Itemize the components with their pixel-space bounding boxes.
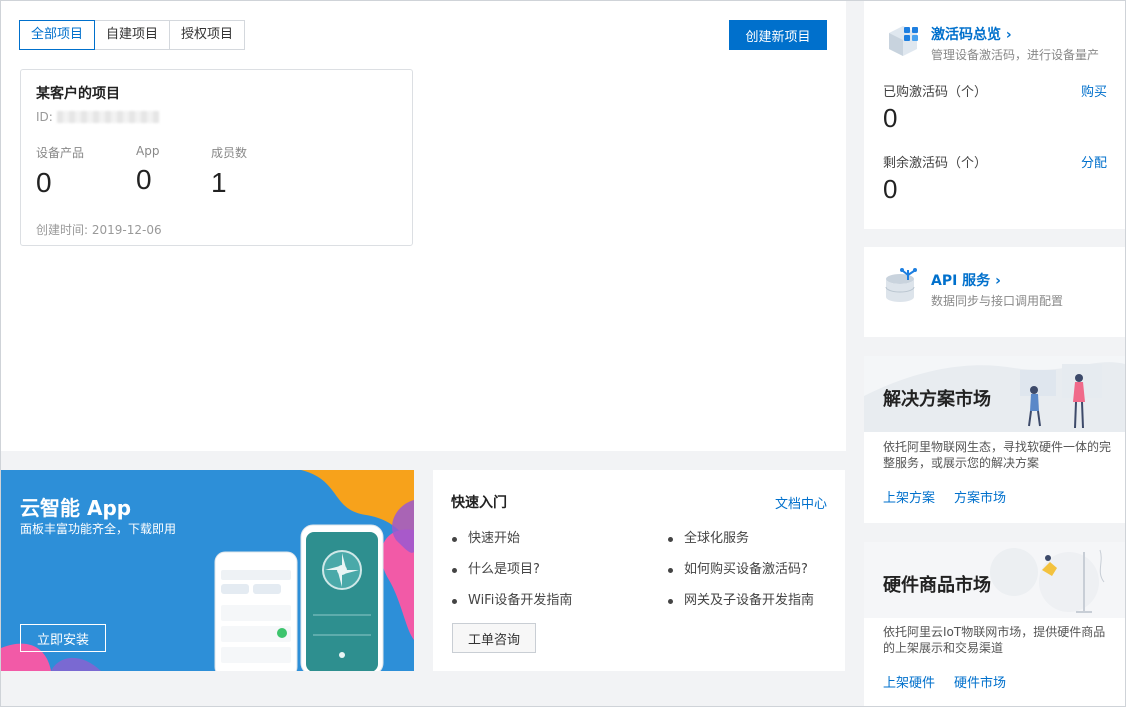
project-card[interactable]: 某客户的项目 ID: 设备产品 0 App 0 成员数 1 创建时间: 2019… — [20, 69, 413, 246]
project-panel: 全部项目 自建项目 授权项目 创建新项目 某客户的项目 ID: 设备产品 0 A… — [1, 1, 846, 451]
quick-start-link[interactable]: WiFi设备开发指南 — [451, 592, 572, 623]
stat-label: 设备产品 — [36, 146, 85, 160]
hardware-market-title: 硬件商品市场 — [883, 575, 991, 596]
quick-start-list-left: 快速开始 什么是项目? WiFi设备开发指南 — [451, 530, 572, 623]
quick-start-link[interactable]: 如何购买设备激活码? — [667, 561, 814, 592]
quick-start-link[interactable]: 全球化服务 — [667, 530, 814, 561]
stat-label: App — [136, 144, 160, 158]
api-service-link[interactable]: API 服务 › — [931, 270, 1001, 290]
activation-subtitle: 管理设备激活码，进行设备量产 — [931, 48, 1100, 62]
promo-subtitle: 面板丰富功能齐全，下载即用 — [20, 522, 177, 536]
list-hardware-link[interactable]: 上架硬件 — [883, 672, 935, 691]
project-id-redacted — [56, 111, 159, 123]
activation-title: 激活码总览 — [931, 27, 1001, 43]
stat-value: 1 — [211, 167, 227, 198]
stat-value: 0 — [36, 167, 52, 198]
stat-products: 设备产品 0 — [36, 144, 84, 199]
stat-value: 0 — [136, 164, 152, 195]
stat-label: 成员数 — [211, 146, 248, 160]
hardware-market-desc: 依托阿里云IoT物联网市场，提供硬件商品的上架展示和交易渠道 — [883, 625, 1106, 655]
stat-members: 成员数 1 — [211, 144, 247, 199]
purchased-codes-label: 已购激活码（个） — [883, 85, 988, 100]
activation-code-card: 激活码总览 › 管理设备激活码，进行设备量产 已购激活码（个） 购买 0 剩余激… — [864, 1, 1125, 229]
solution-market-links: 上架方案 方案市场 — [883, 487, 1006, 506]
tab-authorized-projects[interactable]: 授权项目 — [169, 20, 246, 50]
quick-start-panel: 快速入门 文档中心 快速开始 什么是项目? WiFi设备开发指南 全球化服务 如… — [433, 470, 845, 671]
tab-all-projects[interactable]: 全部项目 — [19, 20, 96, 50]
chevron-right-icon: › — [995, 273, 1001, 289]
solution-market-link[interactable]: 方案市场 — [954, 487, 1006, 506]
tab-self-built-projects[interactable]: 自建项目 — [94, 20, 171, 50]
list-solution-link[interactable]: 上架方案 — [883, 487, 935, 506]
solution-market-title: 解决方案市场 — [883, 389, 991, 410]
purchased-codes-value: 0 — [883, 103, 898, 133]
hardware-market-link[interactable]: 硬件市场 — [954, 672, 1006, 691]
api-database-icon — [885, 268, 917, 302]
quick-start-link[interactable]: 什么是项目? — [451, 561, 572, 592]
activation-code-icon — [889, 26, 918, 56]
promo-title: 云智能 App — [20, 496, 132, 520]
install-app-button[interactable]: 立即安装 — [20, 624, 106, 652]
quick-start-list-right: 全球化服务 如何购买设备激活码? 网关及子设备开发指南 — [667, 530, 814, 623]
buy-codes-link[interactable]: 购买 — [1081, 81, 1107, 100]
remaining-codes-value: 0 — [883, 174, 898, 204]
create-project-button[interactable]: 创建新项目 — [729, 20, 827, 50]
project-id-label: ID: — [36, 110, 53, 124]
project-name: 某客户的项目 — [36, 86, 120, 102]
quick-start-link[interactable]: 网关及子设备开发指南 — [667, 592, 814, 623]
remaining-codes-label: 剩余激活码（个） — [883, 156, 988, 171]
project-id: ID: — [36, 110, 159, 124]
doc-center-link[interactable]: 文档中心 — [775, 493, 827, 512]
project-created-date: 创建时间: 2019-12-06 — [36, 223, 162, 237]
stat-apps: App 0 — [136, 144, 159, 196]
allocate-codes-link[interactable]: 分配 — [1081, 152, 1107, 171]
solution-market-desc: 依托阿里物联网生态，寻找软硬件一体的完整服务，或展示您的解决方案 — [883, 440, 1112, 470]
api-service-card: API 服务 › 数据同步与接口调用配置 — [864, 247, 1125, 337]
activation-overview-link[interactable]: 激活码总览 › — [931, 24, 1012, 44]
ticket-consult-button[interactable]: 工单咨询 — [452, 623, 536, 653]
app-promo-banner: 云智能 App 面板丰富功能齐全，下载即用 立即安装 — [1, 470, 414, 671]
chevron-right-icon: › — [1005, 27, 1012, 43]
project-tabs: 全部项目 自建项目 授权项目 — [19, 20, 246, 50]
quick-start-title: 快速入门 — [451, 495, 507, 511]
hardware-market-card: 硬件商品市场 依托阿里云IoT物联网市场，提供硬件商品的上架展示和交易渠道 上架… — [864, 542, 1125, 706]
hardware-market-links: 上架硬件 硬件市场 — [883, 672, 1006, 691]
api-title: API 服务 — [931, 273, 991, 289]
api-subtitle: 数据同步与接口调用配置 — [931, 294, 1064, 308]
solution-market-card: 解决方案市场 依托阿里物联网生态，寻找软硬件一体的完整服务，或展示您的解决方案 … — [864, 356, 1125, 523]
quick-start-link[interactable]: 快速开始 — [451, 530, 572, 561]
